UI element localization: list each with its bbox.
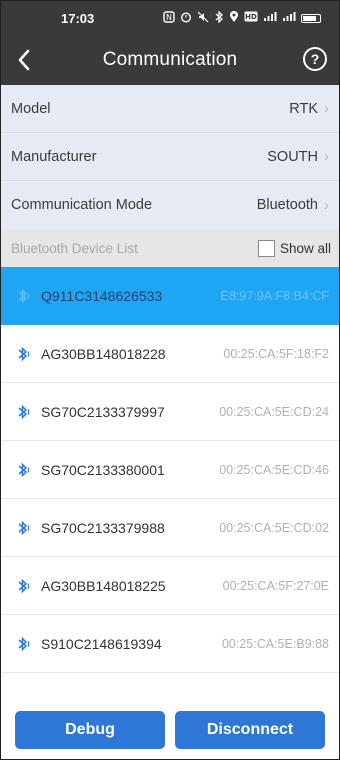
svg-text:N: N	[166, 13, 172, 22]
device-list: Q911C3148626533 E8:97:9A:F8:B4:CF AG30BB…	[1, 267, 339, 673]
bluetooth-icon	[18, 404, 30, 419]
chevron-right-icon: ›	[324, 100, 329, 117]
setting-row-manufacturer[interactable]: Manufacturer SOUTH ›	[1, 133, 339, 181]
device-mac: 00:25:CA:5E:CD:46	[219, 462, 329, 477]
device-row[interactable]: SG70C2133379997 00:25:CA:5E:CD:24	[1, 383, 339, 441]
device-mac: E8:97:9A:F8:B4:CF	[220, 288, 329, 303]
status-time: 17:03	[61, 10, 95, 26]
setting-value: Bluetooth	[256, 197, 318, 213]
app-frame: 17:03 N HD Communication ? Model RTK › M…	[0, 0, 340, 760]
device-name: Q911C3148626533	[41, 287, 163, 304]
setting-row-communication-mode[interactable]: Communication Mode Bluetooth ›	[1, 181, 339, 229]
bluetooth-icon	[18, 578, 30, 593]
device-list-header: Bluetooth Device List Show all	[1, 229, 339, 267]
bluetooth-icon	[18, 288, 30, 303]
device-name: SG70C2133380001	[41, 461, 165, 478]
device-row[interactable]: SG70C2133379988 00:25:CA:5E:CD:02	[1, 499, 339, 557]
device-name: AG30BB148018228	[41, 345, 166, 362]
device-row[interactable]: Q911C3148626533 E8:97:9A:F8:B4:CF	[1, 267, 339, 325]
svg-text:HD: HD	[245, 13, 257, 21]
show-all-label: Show all	[279, 240, 331, 256]
show-all-checkbox[interactable]	[257, 239, 275, 257]
debug-button[interactable]: Debug	[15, 711, 165, 749]
device-list-title: Bluetooth Device List	[11, 240, 138, 256]
device-name: S910C2148619394	[41, 635, 162, 652]
status-bar: 17:03 N HD	[1, 1, 339, 35]
bluetooth-icon	[18, 520, 30, 535]
device-row[interactable]: AG30BB148018225 00:25:CA:5F:27:0E	[1, 557, 339, 615]
back-button[interactable]	[11, 47, 37, 73]
signal-icon	[263, 11, 277, 25]
disconnect-button[interactable]: Disconnect	[175, 711, 325, 749]
help-button[interactable]: ?	[303, 47, 327, 71]
signal-icon	[282, 11, 296, 25]
device-mac: 00:25:CA:5E:B9:88	[221, 636, 329, 651]
bluetooth-icon	[18, 346, 30, 361]
device-name: AG30BB148018225	[41, 577, 166, 594]
setting-label: Model	[11, 100, 51, 117]
bluetooth-icon	[18, 636, 30, 651]
battery-icon	[301, 13, 321, 23]
device-row[interactable]: SG70C2133380001 00:25:CA:5E:CD:46	[1, 441, 339, 499]
setting-value: RTK	[289, 100, 318, 117]
page-title: Communication	[102, 49, 238, 70]
mute-icon	[197, 11, 209, 26]
bluetooth-icon	[214, 9, 224, 26]
bottom-action-bar: Debug Disconnect	[1, 703, 339, 759]
chevron-right-icon: ›	[324, 196, 329, 214]
help-icon: ?	[310, 51, 320, 67]
chevron-left-icon	[18, 49, 30, 71]
device-mac: 00:25:CA:5F:27:0E	[222, 578, 329, 593]
settings-list: Model RTK › Manufacturer SOUTH › Communi…	[1, 85, 339, 229]
setting-label: Manufacturer	[11, 148, 97, 165]
device-row[interactable]: AG30BB148018228 00:25:CA:5F:18:F2	[1, 325, 339, 383]
hd-icon: HD	[244, 11, 258, 25]
status-icons: N HD	[163, 9, 321, 26]
bluetooth-icon	[18, 462, 30, 477]
device-mac: 00:25:CA:5E:CD:02	[219, 520, 329, 535]
chevron-right-icon: ›	[324, 148, 329, 165]
device-mac: 00:25:CA:5E:CD:24	[219, 404, 329, 419]
device-name: SG70C2133379988	[41, 519, 165, 536]
device-name: SG70C2133379997	[41, 403, 165, 420]
nfc-icon: N	[163, 10, 175, 26]
device-row[interactable]: S910C2148619394 00:25:CA:5E:B9:88	[1, 615, 339, 673]
show-all-toggle[interactable]: Show all	[257, 239, 331, 257]
setting-value: SOUTH	[267, 148, 318, 165]
title-bar: Communication ?	[1, 35, 339, 85]
device-mac: 00:25:CA:5F:18:F2	[223, 346, 329, 361]
alarm-icon	[180, 11, 192, 26]
setting-row-model[interactable]: Model RTK ›	[1, 85, 339, 133]
location-icon	[229, 10, 239, 26]
setting-label: Communication Mode	[11, 197, 153, 213]
